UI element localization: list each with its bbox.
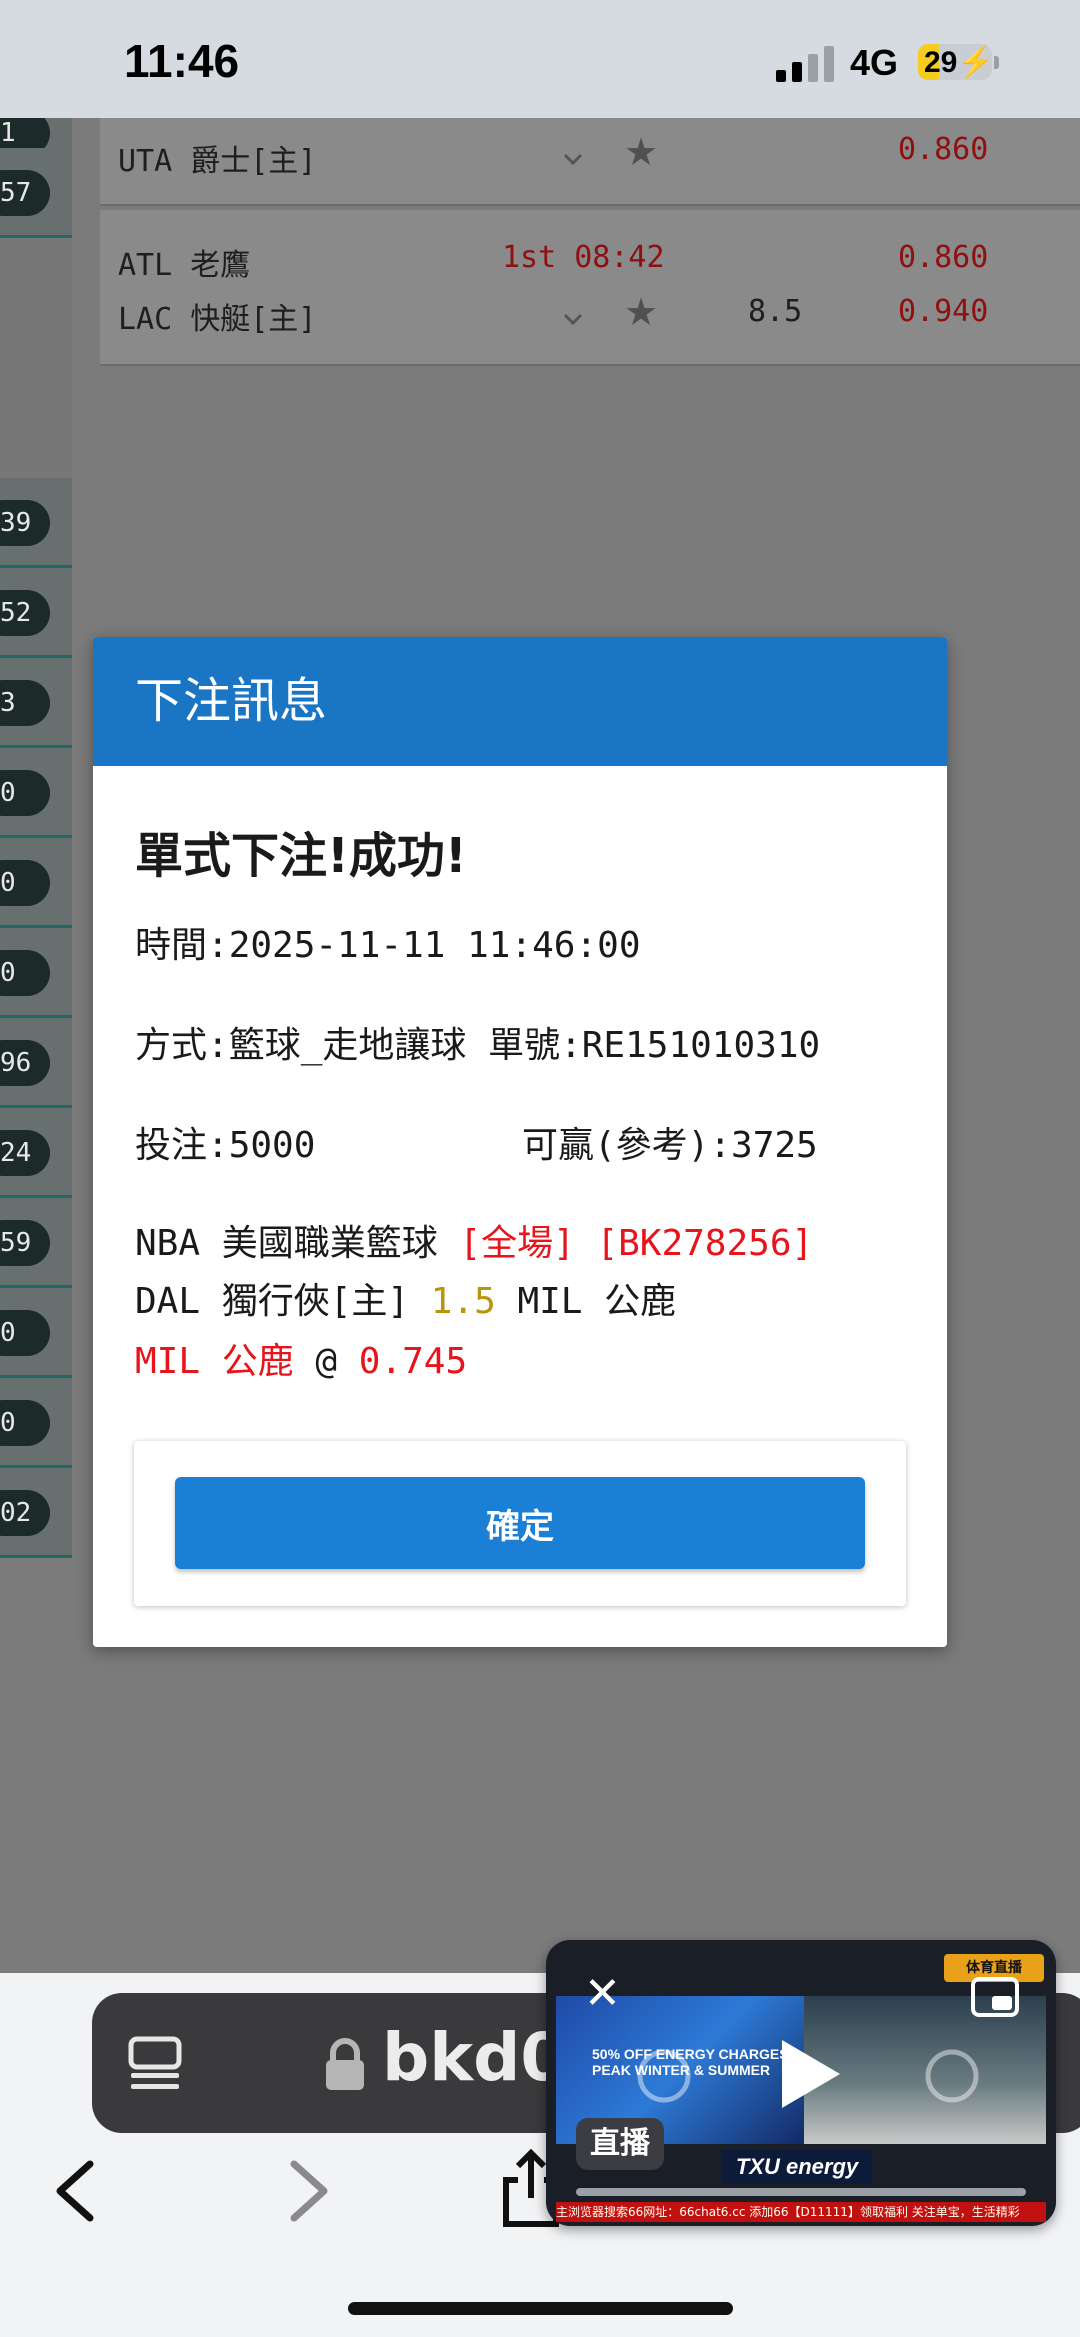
url-text[interactable]: bkd0 [382,2019,566,2096]
count-pill: 0 [0,770,50,816]
odds-top[interactable]: 0.860 [898,240,988,275]
close-icon[interactable]: ✕ [584,1968,621,2019]
bet-method: 方式:籃球_走地讓球 單號:RE151010310 [135,1025,821,1066]
confirm-button[interactable]: 確定 [175,1477,865,1569]
left-column-row[interactable] [0,398,72,488]
back-icon[interactable] [50,2158,100,2224]
away-team: LAC 快艇[主] [118,302,317,337]
home-indicator [348,2302,733,2315]
live-badge: 直播 [576,2118,664,2170]
left-column-row[interactable]: 0 [0,748,72,838]
handicap-value: 1.5 [430,1281,496,1322]
count-pill: 52 [0,590,50,636]
left-column-row[interactable]: 39 [0,478,72,568]
expand-icon[interactable] [970,1976,1020,2018]
confirm-card: 確定 [134,1441,906,1606]
tab-overview-icon[interactable] [127,2035,183,2093]
odds-top[interactable]: 0.860 [898,132,988,167]
count-pill: 0 [0,950,50,996]
bet-league: NBA 美國職業籃球 [全場] [BK278256] [135,1223,814,1264]
lock-icon [326,2038,364,2090]
count-pill: 02 [0,1490,50,1536]
signal-icon [776,46,834,82]
play-icon[interactable] [774,2036,844,2112]
chevron-down-icon[interactable] [562,148,584,170]
forward-icon[interactable] [284,2158,334,2224]
bet-matchup: DAL 獨行俠[主] 1.5 MIL 公鹿 [135,1281,677,1322]
bet-info-dialog: 下注訊息 單式下注!成功! 時間:2025-11-11 11:46:00 方式:… [93,637,947,1647]
bet-period: [全場] [459,1223,575,1264]
left-column-row[interactable] [0,238,72,328]
bet-stake: 投注:5000 [135,1125,316,1166]
status-bar: 11:46 4G 29⚡ [0,0,1080,118]
count-pill: 96 [0,1040,50,1086]
count-pill: 3 [0,680,50,726]
pip-progress-bar[interactable] [576,2188,1026,2196]
left-column-row[interactable]: 59 [0,1198,72,1288]
bet-time: 時間:2025-11-11 11:46:00 [135,925,641,966]
left-column-row[interactable]: 57 [0,148,72,238]
dialog-header: 下注訊息 [93,637,947,766]
live-clock: 1st 08:42 [502,240,665,275]
left-column-row[interactable]: 02 [0,1468,72,1558]
left-column: 1 57 39 52 3 0 0 0 96 24 59 0 0 02 [0,118,72,1618]
battery-tip [994,56,999,69]
battery-icon: 29⚡ [918,44,995,80]
count-pill: 0 [0,1310,50,1356]
order-number: 單號:RE151010310 [488,1025,821,1066]
odds-bottom[interactable]: 0.940 [898,294,988,329]
success-message: 單式下注!成功! [135,828,467,884]
away-team: UTA 爵士[主] [118,144,317,179]
battery-percent: 29⚡ [924,46,995,79]
pip-ticker: 主浏览器搜索66网址：66chat6.cc 添加66【D11111】领取福利 关… [556,2202,1046,2222]
left-column-row[interactable]: 0 [0,838,72,928]
fast-forward-icon[interactable] [922,2046,982,2106]
count-pill: 57 [0,170,50,216]
count-pill: 39 [0,500,50,546]
match-row-atl-lac[interactable]: ATL 老鷹 LAC 快艇[主] 1st 08:42 ★ 8.5 0.860 0… [100,210,1080,366]
bet-potential-win: 可贏(參考):3725 [522,1125,818,1166]
left-column-row[interactable]: 0 [0,1378,72,1468]
handicap-line: 8.5 [748,294,803,329]
left-column-row[interactable]: 3 [0,658,72,748]
count-pill: 24 [0,1130,50,1176]
event-code: [BK278256] [596,1223,814,1264]
count-pill: 0 [0,860,50,906]
pip-video-player[interactable]: 50% OFF ENERGY CHARGES PEAK WINTER & SUM… [546,1940,1056,2226]
ad-text: 50% OFF ENERGY CHARGES PEAK WINTER & SUM… [592,2046,789,2078]
count-pill: 59 [0,1220,50,1266]
left-column-row[interactable]: 52 [0,568,72,658]
left-column-row[interactable]: 24 [0,1108,72,1198]
status-time: 11:46 [124,35,240,87]
network-label: 4G [850,42,899,83]
bet-pick: MIL 公鹿 @ 0.745 [135,1341,468,1382]
dialog-title: 下注訊息 [135,673,328,729]
count-pill: 0 [0,1400,50,1446]
left-column-row[interactable]: 0 [0,1288,72,1378]
chevron-down-icon[interactable] [562,308,584,330]
left-column-row[interactable] [0,318,72,408]
pick-odds: 0.745 [358,1341,468,1382]
sponsor-brand: TXU energy [722,2150,872,2184]
match-row-uta[interactable]: UTA 爵士[主] ★ 0.860 [100,118,1080,206]
left-column-row[interactable]: 0 [0,928,72,1018]
home-team: ATL 老鷹 [118,248,251,283]
star-icon[interactable]: ★ [624,290,658,334]
star-icon[interactable]: ★ [624,130,658,174]
left-column-row[interactable]: 96 [0,1018,72,1108]
rewind-icon[interactable] [634,2046,694,2106]
